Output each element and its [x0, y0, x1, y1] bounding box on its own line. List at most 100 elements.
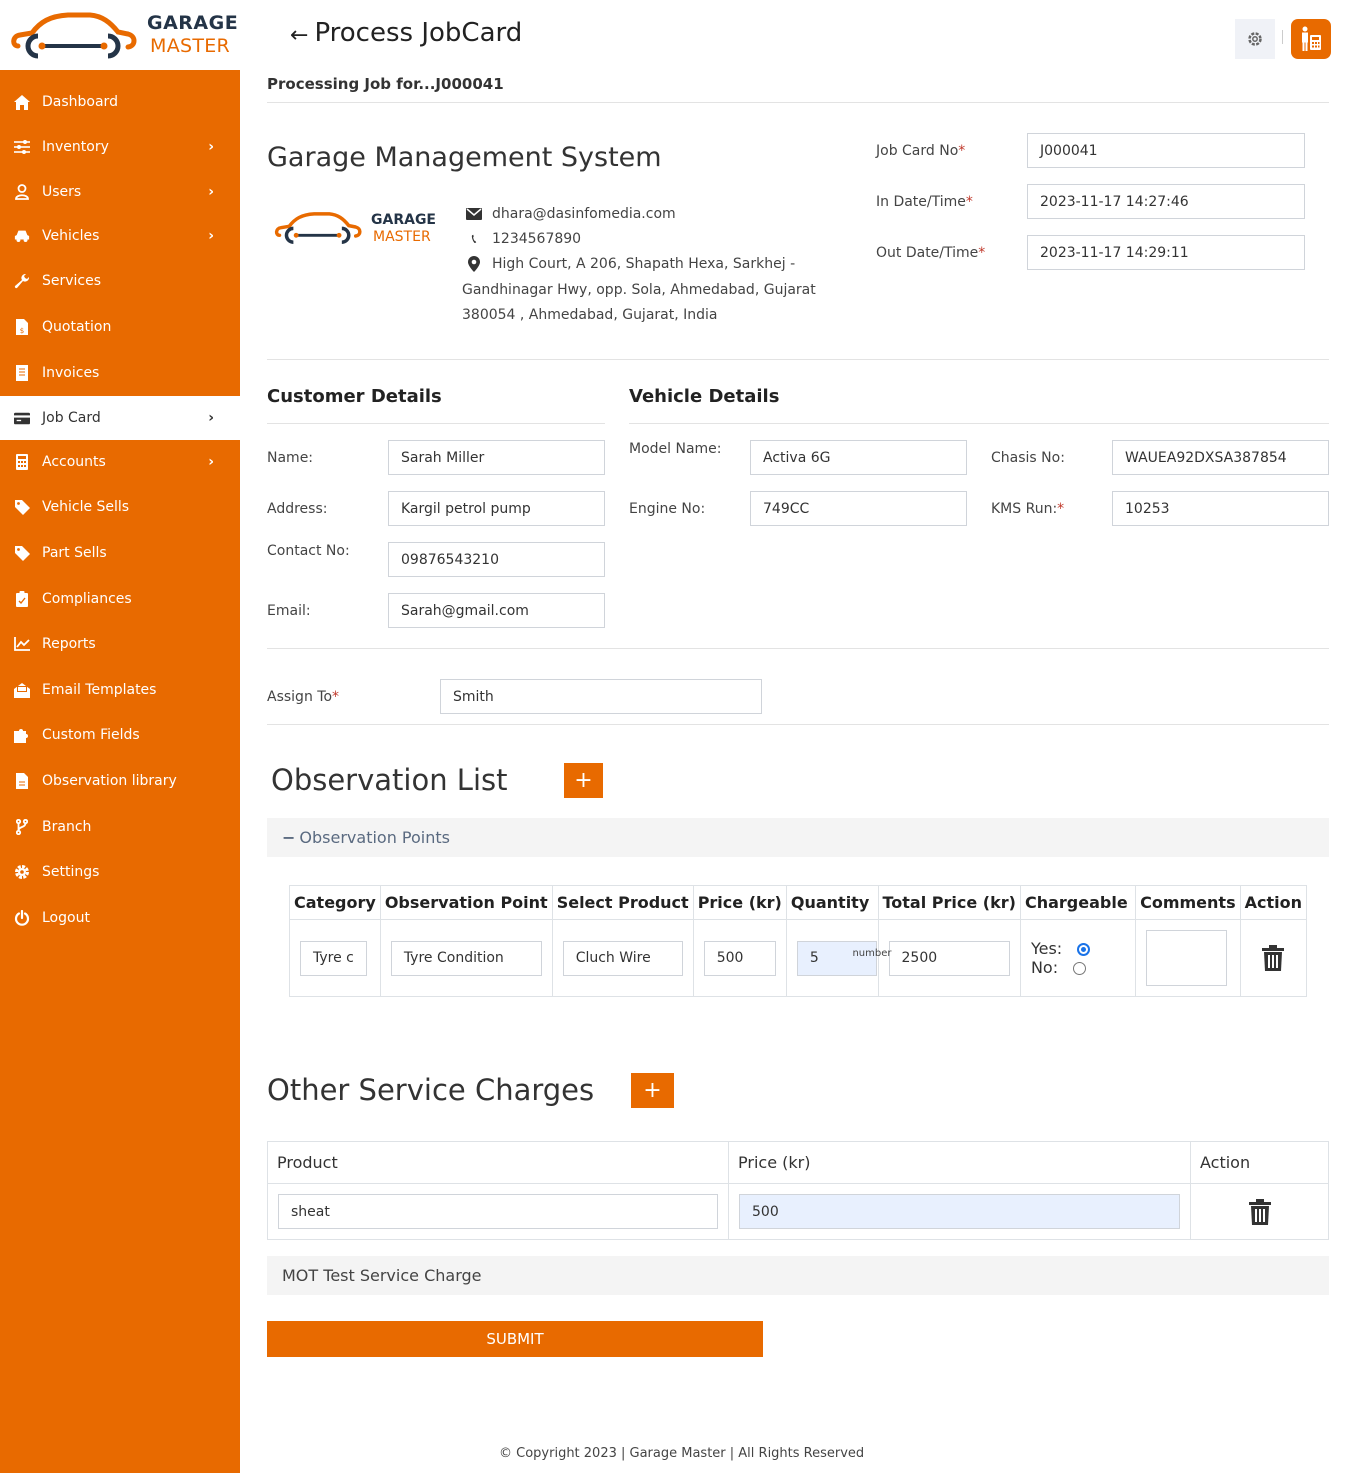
- gear-icon: [1248, 32, 1262, 46]
- tag-icon: [14, 499, 30, 515]
- observation-table: Category Observation Point Select Produc…: [289, 885, 1308, 997]
- sidebar-item-custom-fields[interactable]: Custom Fields: [0, 713, 240, 757]
- customer-email-field[interactable]: Sarah@gmail.com: [388, 593, 605, 628]
- sidebar-item-label: Inventory: [42, 139, 109, 155]
- sidebar-item-dashboard[interactable]: Dashboard: [0, 80, 240, 124]
- company-logo: [274, 208, 364, 250]
- sidebar-item-observation-library[interactable]: Observation library: [0, 759, 240, 803]
- brand-logo[interactable]: GARAGE MASTER: [0, 0, 240, 70]
- user-icon: [14, 184, 30, 200]
- sidebar-item-users[interactable]: Users ›: [0, 170, 240, 214]
- sidebar-item-part-sells[interactable]: Part Sells: [0, 531, 240, 575]
- chasis-no-field[interactable]: WAUEA92DXSA387854: [1112, 440, 1329, 475]
- receipt-icon: [14, 365, 30, 381]
- company-address-2: Gandhinagar Hwy, opp. Sola, Ahmedabad, G…: [462, 282, 816, 298]
- in-datetime-field[interactable]: 2023-11-17 14:27:46: [1027, 184, 1305, 219]
- sidebar-item-logout[interactable]: Logout: [0, 896, 240, 940]
- back-arrow-icon[interactable]: ←: [290, 23, 308, 48]
- tag-icon: [14, 545, 30, 561]
- model-name-field[interactable]: Activa 6G: [750, 440, 967, 475]
- puzzle-icon: [14, 727, 30, 743]
- sidebar-item-reports[interactable]: Reports: [0, 622, 240, 666]
- column-header: Select Product: [551, 885, 694, 920]
- sidebar: GARAGE MASTER Dashboard Inventory › Users › V…: [0, 0, 240, 1473]
- assign-to-select[interactable]: Smith: [440, 679, 762, 714]
- chargeable-no-radio[interactable]: [1073, 962, 1087, 975]
- profile-button[interactable]: [1291, 19, 1331, 59]
- customer-name-label: Name:: [267, 450, 314, 466]
- out-datetime-field[interactable]: 2023-11-17 14:29:11: [1027, 235, 1305, 270]
- product-select[interactable]: Cluch Wire: [562, 940, 683, 976]
- column-header: Product: [267, 1141, 729, 1184]
- customer-contact-field[interactable]: 09876543210: [388, 542, 605, 577]
- power-icon: [14, 910, 30, 926]
- car-wrench-logo-icon: [11, 12, 137, 59]
- submit-button[interactable]: SUBMIT: [267, 1321, 763, 1357]
- observation-points-label: Observation Points: [299, 828, 450, 847]
- sidebar-item-invoices[interactable]: Invoices: [0, 351, 240, 395]
- sidebar-item-label: Compliances: [42, 591, 132, 607]
- sidebar-item-quotation[interactable]: $ Quotation: [0, 305, 240, 349]
- engine-no-field[interactable]: 749CC: [750, 491, 967, 526]
- column-header: Chargeable: [1019, 885, 1137, 920]
- chargeable-yes-radio[interactable]: [1077, 943, 1091, 956]
- mot-test-service-charge[interactable]: MOT Test Service Charge: [267, 1256, 1329, 1295]
- settings-button[interactable]: [1235, 19, 1275, 59]
- column-header: Quantity: [785, 885, 879, 920]
- customer-address-field[interactable]: Kargil petrol pump: [388, 491, 605, 526]
- sidebar-item-label: Logout: [42, 910, 90, 926]
- kms-run-field[interactable]: 10253: [1112, 491, 1329, 526]
- chevron-right-icon: ›: [208, 454, 214, 470]
- column-header: Category: [289, 885, 381, 920]
- company-email-line: dhara@dasinfomedia.com: [466, 206, 676, 222]
- observation-point-field[interactable]: Tyre Condition: [390, 940, 542, 976]
- total-price-field[interactable]: 2500: [888, 940, 1010, 976]
- job-card-no-field[interactable]: J000041: [1027, 133, 1305, 168]
- calculator-icon: [14, 454, 30, 470]
- brand-line2: MASTER: [150, 35, 231, 57]
- sidebar-item-label: Reports: [42, 636, 96, 652]
- branch-icon: [14, 819, 30, 835]
- table-row: Tyre c Tyre Condition Cluch Wire 500 5 n…: [289, 919, 1308, 997]
- column-header: Observation Point: [379, 885, 553, 920]
- phone-icon: 📞︎: [471, 231, 477, 247]
- sidebar-item-compliances[interactable]: Compliances: [0, 577, 240, 621]
- customer-details-heading: Customer Details: [267, 386, 442, 407]
- wrench-icon: [14, 273, 30, 289]
- company-address-1: High Court, A 206, Shapath Hexa, Sarkhej…: [492, 256, 796, 272]
- add-observation-button[interactable]: +: [564, 763, 603, 798]
- service-price-field[interactable]: 500: [739, 1194, 1180, 1229]
- map-marker-icon: [466, 256, 482, 272]
- header-divider: [1282, 30, 1283, 44]
- sidebar-item-email-templates[interactable]: Email Templates: [0, 668, 240, 712]
- sidebar-item-job-card[interactable]: Job Card ›: [0, 396, 240, 440]
- add-service-charge-button[interactable]: +: [631, 1073, 674, 1108]
- sidebar-item-branch[interactable]: Branch: [0, 805, 240, 849]
- delete-observation-button[interactable]: [1251, 945, 1296, 971]
- customer-contact-label: Contact No:: [267, 543, 350, 559]
- sidebar-item-inventory[interactable]: Inventory ›: [0, 125, 240, 169]
- price-field[interactable]: 500: [703, 940, 776, 976]
- divider: [267, 648, 1329, 649]
- category-field[interactable]: Tyre c: [300, 940, 367, 976]
- column-header: Total Price (kr): [877, 885, 1021, 920]
- job-card-no-label: Job Card No*: [876, 143, 966, 159]
- sidebar-item-vehicles[interactable]: Vehicles ›: [0, 214, 240, 258]
- customer-name-field[interactable]: Sarah Miller: [388, 440, 605, 475]
- delete-service-button[interactable]: [1201, 1198, 1318, 1225]
- sliders-icon: [14, 139, 30, 155]
- divider: [267, 102, 1329, 103]
- sidebar-item-accounts[interactable]: Accounts ›: [0, 440, 240, 484]
- observation-points-accordion[interactable]: − Observation Points: [267, 818, 1329, 857]
- comments-textarea[interactable]: [1146, 930, 1228, 986]
- sidebar-item-vehicle-sells[interactable]: Vehicle Sells: [0, 485, 240, 529]
- sidebar-item-label: Invoices: [42, 365, 100, 381]
- sidebar-item-settings[interactable]: Settings: [0, 850, 240, 894]
- page-title-text: Process JobCard: [314, 18, 523, 48]
- footer-copyright: © Copyright 2023 | Garage Master | All R…: [499, 1446, 865, 1461]
- company-logo-line2: MASTER: [373, 229, 431, 245]
- sidebar-item-services[interactable]: Services: [0, 259, 240, 303]
- chasis-no-label: Chasis No:: [991, 450, 1065, 466]
- other-service-charges-heading: Other Service Charges: [267, 1073, 595, 1107]
- service-product-field[interactable]: sheat: [278, 1194, 718, 1229]
